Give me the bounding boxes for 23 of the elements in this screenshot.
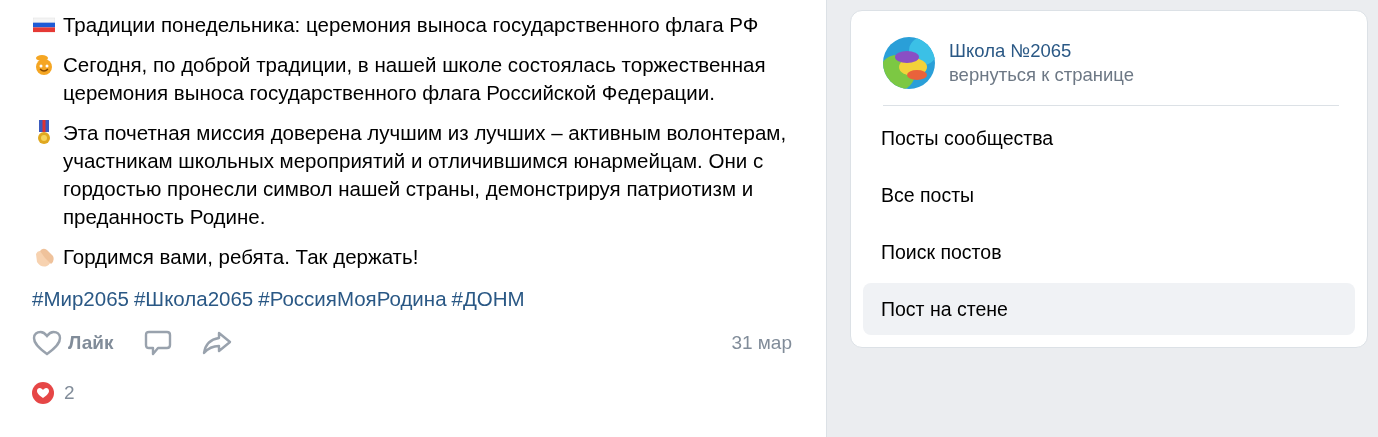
heart-reaction-icon [32,382,54,404]
flag-icon [33,17,55,33]
heart-icon [32,330,62,356]
post-text: Гордимся вами, ребята. Так держать! [63,244,419,270]
smiley-icon [33,54,55,76]
menu-item[interactable]: Все посты [863,169,1355,221]
hashtag-link[interactable]: #ДОНМ [451,285,525,313]
hashtag-link[interactable]: #РоссияМояРодина [258,285,447,313]
post-text: Сегодня, по доброй традиции, в нашей школе состоялась торжественная церемония выноса государственного флага Российской Федерации. [63,52,767,106]
menu-item[interactable]: Поиск постов [863,226,1355,278]
share-icon[interactable] [201,331,232,355]
comment-icon[interactable] [143,330,172,356]
hashtag-link[interactable]: #Школа2065 [133,285,254,313]
reaction-count: 2 [64,382,75,404]
post-text: Эта почетная миссия доверена лучшим из лучших – активным волонтерам, участникам школьных мероприятий и отличившимся юнармейцам. Они с гордостью пронесли символ нашей страны, демонстрируя патриотизм и преданность Родине. [63,120,788,230]
back-to-page-link[interactable]: вернуться к странице [949,64,1134,86]
group-name-link[interactable]: Школа №2065 [949,40,1134,62]
medal-icon [36,120,52,146]
hashtag-link[interactable]: #Мир2065 [32,285,129,313]
post-date: 31 мар [731,332,792,354]
menu-item[interactable]: Пост на стене [863,283,1355,335]
post-text: Традиции понедельника: церемония выноса государственного флага РФ [63,12,759,38]
menu-item[interactable]: Посты сообщества [863,112,1355,164]
